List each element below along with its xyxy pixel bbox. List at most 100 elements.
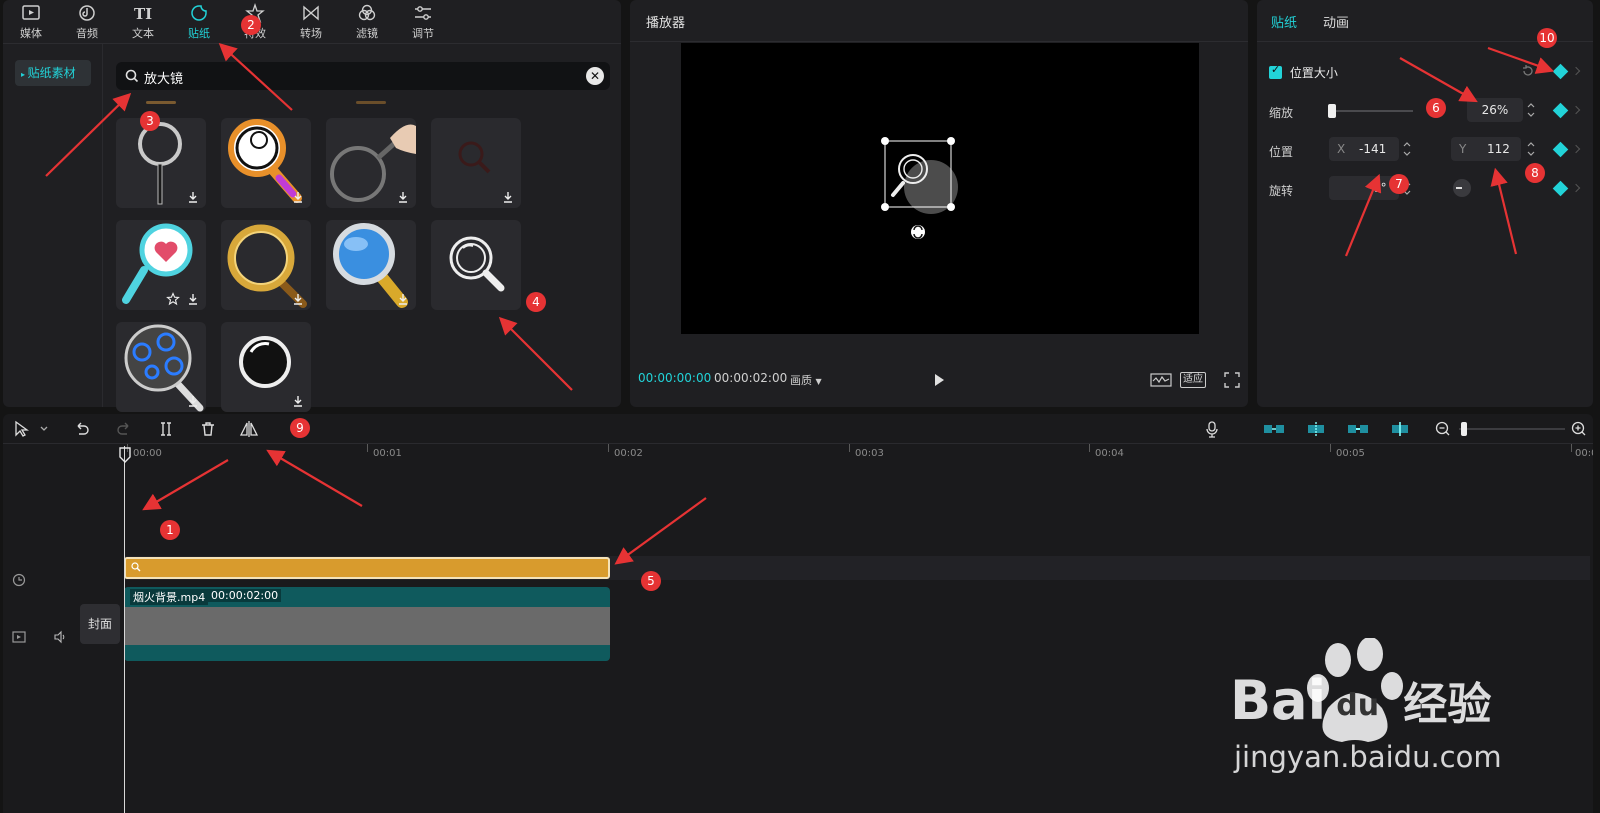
tab-media-label: 媒体 xyxy=(20,27,42,40)
tab-transition[interactable]: 转场 xyxy=(283,0,339,44)
scale-slider[interactable] xyxy=(1328,104,1413,118)
zoom-out-icon[interactable] xyxy=(1435,421,1451,437)
timeline-ruler[interactable]: 00:00 00:01 00:02 00:03 00:04 00:05 00:0 xyxy=(127,444,1593,466)
download-icon[interactable] xyxy=(186,292,200,306)
speaker-icon[interactable] xyxy=(53,630,67,644)
play-icon[interactable] xyxy=(932,373,946,387)
tab-sticker-label: 贴纸 xyxy=(188,27,210,40)
download-icon[interactable] xyxy=(291,292,305,306)
waveform-icon[interactable] xyxy=(1150,372,1172,388)
sticker-tile[interactable] xyxy=(326,220,416,310)
mirror-icon[interactable] xyxy=(239,419,259,439)
sticker-tile[interactable] xyxy=(221,220,311,310)
tab-media[interactable]: 媒体 xyxy=(3,0,59,44)
select-cursor-icon[interactable] xyxy=(13,420,31,438)
annotation-badge: 8 xyxy=(1525,163,1545,183)
download-icon[interactable] xyxy=(291,394,305,408)
undo-icon[interactable] xyxy=(73,420,91,438)
microphone-icon[interactable] xyxy=(1203,420,1221,438)
zoom-slider[interactable] xyxy=(1459,422,1565,436)
snap-icon[interactable] xyxy=(1347,421,1369,437)
video-clip[interactable]: 烟火背景.mp4 00:00:02:00 xyxy=(124,587,610,661)
current-time: 00:00:00:00 xyxy=(638,371,712,385)
watermark-url: jingyan.baidu.com xyxy=(1234,740,1502,774)
quality-dropdown[interactable]: 画质 ▼ xyxy=(790,372,822,388)
chevron-right-icon[interactable] xyxy=(1571,66,1581,76)
sticker-tile[interactable] xyxy=(116,118,206,208)
sticker-preview[interactable] xyxy=(879,135,969,241)
scale-value: 26% xyxy=(1481,103,1509,117)
playhead[interactable] xyxy=(124,446,125,813)
keyframe-diamond-icon[interactable] xyxy=(1552,180,1569,197)
download-icon[interactable] xyxy=(396,292,410,306)
tool-tabs: 媒体 音频 TI 文本 贴纸 特效 转场 滤镜 调节 xyxy=(3,0,621,44)
tab-sticker[interactable]: 贴纸 xyxy=(171,0,227,44)
split-icon[interactable] xyxy=(157,420,175,438)
download-icon[interactable] xyxy=(396,190,410,204)
preview-axis-icon[interactable] xyxy=(1389,421,1411,437)
rotate-handle-icon[interactable] xyxy=(911,225,925,239)
scale-input[interactable]: 26% xyxy=(1467,98,1523,122)
position-y-input[interactable]: Y 112 xyxy=(1451,137,1521,161)
chevron-right-icon[interactable] xyxy=(1571,183,1581,193)
fullscreen-icon[interactable] xyxy=(1224,372,1240,388)
sticker-tile[interactable] xyxy=(221,118,311,208)
sticker-tile-selected[interactable] xyxy=(431,220,521,310)
sticker-tile[interactable] xyxy=(116,322,206,412)
sidebar-item-sticker-assets[interactable]: ▸ 贴纸素材 xyxy=(15,60,91,86)
tab-sticker-props[interactable]: 贴纸 xyxy=(1271,12,1297,31)
scale-slider-handle[interactable] xyxy=(1328,104,1336,118)
position-x-input[interactable]: X -141 xyxy=(1329,137,1399,161)
download-icon[interactable] xyxy=(501,190,515,204)
rotate-input[interactable]: 0° xyxy=(1329,176,1399,200)
x-stepper-icon[interactable] xyxy=(1401,137,1413,161)
caret-down-icon: ▼ xyxy=(815,377,822,386)
download-icon[interactable] xyxy=(291,190,305,204)
redo-icon[interactable] xyxy=(115,420,133,438)
cover-button[interactable]: 封面 xyxy=(80,604,120,644)
reset-icon[interactable] xyxy=(1521,64,1535,78)
search-bar[interactable]: 放大镜 ✕ xyxy=(116,62,610,90)
magnet-icon[interactable] xyxy=(1305,421,1327,437)
zoom-in-icon[interactable] xyxy=(1571,421,1587,437)
sticker-tile[interactable] xyxy=(326,118,416,208)
preview-canvas[interactable] xyxy=(681,43,1199,334)
download-icon[interactable] xyxy=(186,190,200,204)
y-value: 112 xyxy=(1487,142,1510,156)
sticker-tile[interactable] xyxy=(221,322,311,412)
keyframe-diamond-icon[interactable] xyxy=(1552,141,1569,158)
sticker-tile[interactable] xyxy=(431,118,521,208)
y-stepper-icon[interactable] xyxy=(1525,137,1537,161)
fit-button[interactable]: 适应 xyxy=(1180,372,1206,388)
check-icon: ✓ xyxy=(1271,63,1281,76)
keyframe-diamond-icon[interactable] xyxy=(1552,102,1569,119)
chevron-right-icon[interactable] xyxy=(1571,105,1581,115)
clear-search-button[interactable]: ✕ xyxy=(586,67,604,85)
keyframe-diamond-icon[interactable] xyxy=(1552,63,1569,80)
tab-audio[interactable]: 音频 xyxy=(59,0,115,44)
sticker-tile[interactable] xyxy=(116,220,206,310)
tick-mark xyxy=(1571,444,1572,452)
chevron-down-icon[interactable] xyxy=(39,424,49,434)
tick-label: 00:0 xyxy=(1575,448,1593,459)
download-icon[interactable] xyxy=(186,394,200,408)
star-icon[interactable] xyxy=(166,292,180,306)
section-title: 位置大小 xyxy=(1289,66,1338,80)
player-header xyxy=(630,0,1248,42)
tab-animation[interactable]: 动画 xyxy=(1323,12,1349,31)
zoom-slider-handle[interactable] xyxy=(1461,422,1467,436)
tab-text[interactable]: TI 文本 xyxy=(115,0,171,44)
sticker-clip[interactable] xyxy=(124,557,610,579)
search-input[interactable]: 放大镜 xyxy=(144,68,183,87)
playhead-handle-icon[interactable] xyxy=(119,447,131,463)
tab-adjust[interactable]: 调节 xyxy=(395,0,451,44)
link-clips-icon[interactable] xyxy=(1263,421,1285,437)
rotate-dial[interactable] xyxy=(1453,179,1471,197)
scale-stepper-icon[interactable] xyxy=(1525,98,1537,122)
tab-filter-label: 滤镜 xyxy=(356,27,378,40)
tab-filter[interactable]: 滤镜 xyxy=(339,0,395,44)
chevron-right-icon[interactable] xyxy=(1571,144,1581,154)
position-size-checkbox[interactable]: ✓ xyxy=(1269,63,1282,79)
tile-edge xyxy=(356,101,386,104)
delete-icon[interactable] xyxy=(199,420,217,438)
